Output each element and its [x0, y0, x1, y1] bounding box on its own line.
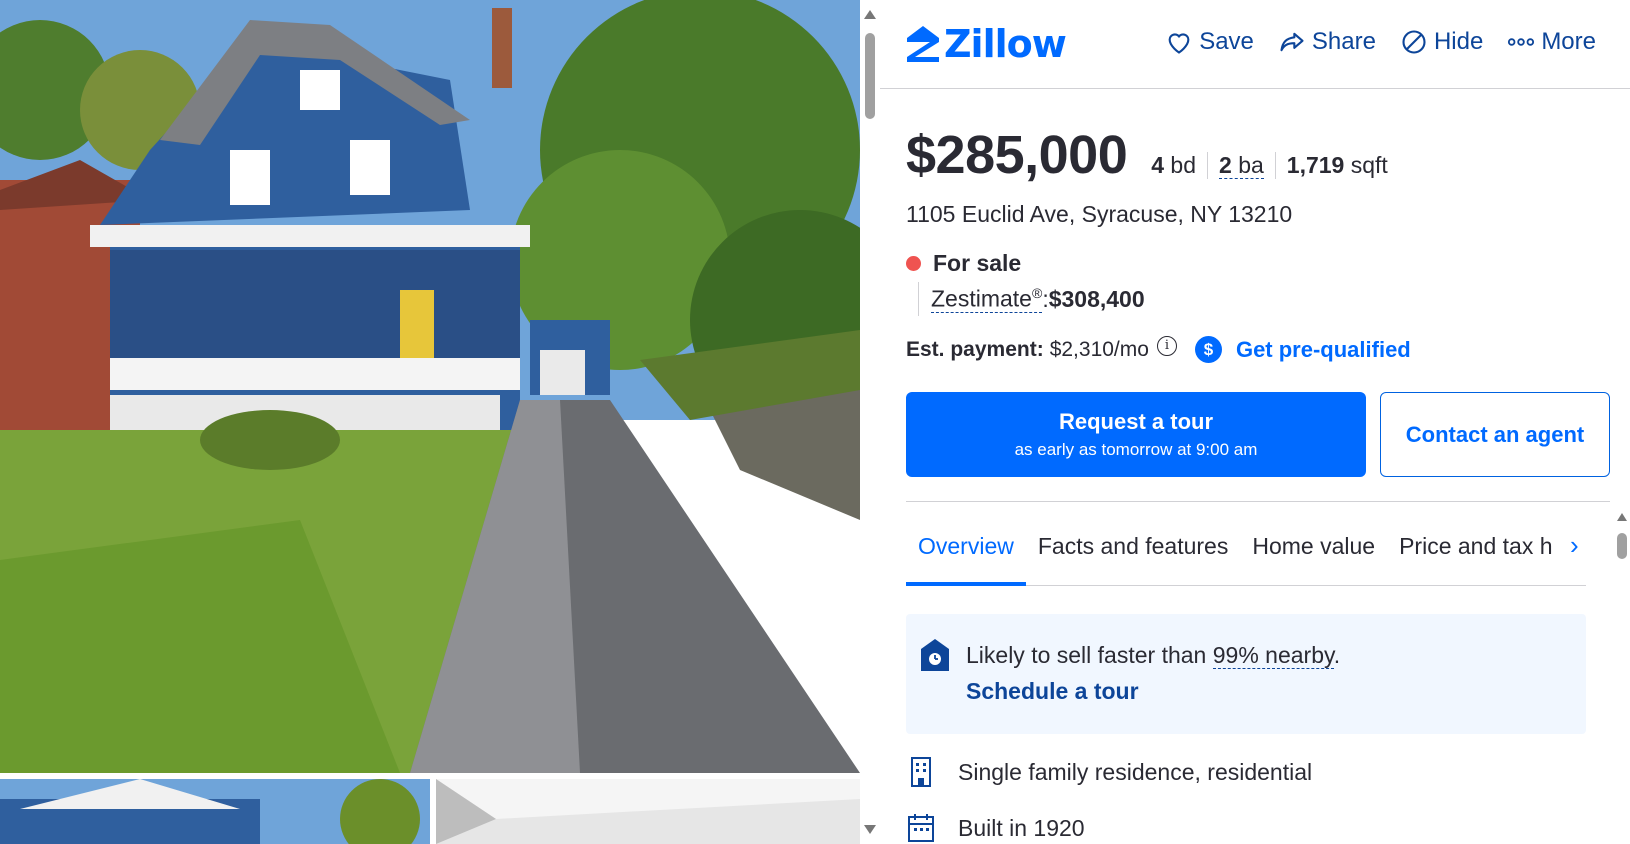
home-type-text: Single family residence, residential [958, 758, 1313, 785]
beds-value: 4 [1151, 152, 1165, 178]
listing-details-panel: Zillow Save Share Hide More $285,000 4 b… [880, 0, 1630, 844]
zestimate-value: $308,400 [1048, 285, 1145, 312]
tour-button-title: Request a tour [1058, 409, 1214, 434]
save-label: Save [1199, 28, 1254, 55]
scroll-thumb[interactable] [865, 33, 875, 119]
panel-scrollbar[interactable] [1614, 510, 1630, 844]
listing-address: 1105 Euclid Ave, Syracuse, NY 13210 [906, 201, 1293, 227]
share-icon [1280, 32, 1304, 52]
listing-status: For sale [906, 250, 1021, 277]
tab-price-and-tax-history[interactable]: Price and tax h [1387, 506, 1564, 586]
sqft-value: 1,719 [1286, 152, 1345, 178]
main-listing-photo[interactable] [0, 0, 860, 773]
divider [906, 501, 1610, 502]
zestimate: Zestimate®: $308,400 [918, 282, 1145, 316]
sell-faster-callout: Likely to sell faster than 99% nearby. S… [906, 614, 1586, 734]
schedule-tour-link[interactable]: Schedule a tour [966, 678, 1139, 705]
price-and-facts: $285,000 4 bd 2 ba 1,719 sqft [906, 124, 1399, 186]
listing-actions: Save Share Hide More [1165, 28, 1596, 56]
more-label: More [1541, 28, 1596, 55]
scroll-thumb[interactable] [1617, 533, 1627, 559]
zestimate-label: Zestimate [931, 285, 1032, 312]
tab-home-value[interactable]: Home value [1240, 506, 1387, 586]
tab-facts-and-features[interactable]: Facts and features [1026, 506, 1241, 586]
baths-fact[interactable]: 2 ba [1208, 152, 1276, 179]
dollar-icon: $ [1194, 336, 1222, 363]
fact-year-built: Built in 1920 [906, 812, 1085, 844]
get-prequalified-link[interactable]: Get pre-qualified [1236, 337, 1411, 363]
payment-value: $2,310/mo [1049, 337, 1149, 361]
sqft-unit: sqft [1350, 152, 1388, 178]
sell-faster-text: Likely to sell faster than 99% nearby. [966, 642, 1340, 669]
baths-unit: ba [1238, 152, 1264, 178]
tour-button-subtitle: as early as tomorrow at 9:00 am [1014, 440, 1258, 459]
save-button[interactable]: Save [1165, 28, 1254, 56]
house-clock-icon [921, 639, 949, 671]
sell-text-after: . [1333, 642, 1341, 668]
request-tour-button[interactable]: Request a tour as early as tomorrow at 9… [906, 392, 1366, 477]
tab-overview[interactable]: Overview [906, 506, 1026, 586]
zestimate-registered-mark: ® [1031, 284, 1043, 301]
year-built-text: Built in 1920 [958, 814, 1085, 841]
gallery-thumbnail-2[interactable] [436, 779, 860, 844]
scroll-up-arrow-icon[interactable] [864, 10, 876, 19]
top-bar: Zillow Save Share Hide More [880, 0, 1630, 89]
hide-icon [1402, 30, 1426, 54]
hide-label: Hide [1433, 28, 1484, 55]
logo-text: Zillow [944, 22, 1067, 66]
more-button[interactable]: More [1507, 28, 1596, 56]
beds-fact: 4 bd [1127, 152, 1209, 179]
fact-home-type: Single family residence, residential [906, 756, 1312, 788]
payment-label: Est. payment: [906, 337, 1044, 361]
chevron-right-icon[interactable]: › [1570, 530, 1579, 561]
info-icon[interactable]: i [1156, 335, 1177, 356]
heart-icon [1168, 33, 1190, 54]
contact-agent-button[interactable]: Contact an agent [1380, 392, 1610, 477]
more-icon [1508, 38, 1535, 46]
zestimate-link[interactable]: Zestimate® [931, 284, 1043, 314]
gallery-thumbnail-1[interactable] [0, 779, 430, 844]
share-button[interactable]: Share [1278, 28, 1376, 56]
sell-text-before: Likely to sell faster than [966, 642, 1213, 668]
status-dot-icon [906, 256, 921, 271]
nearby-link[interactable]: 99% nearby [1212, 642, 1334, 669]
page-scrollbar[interactable] [860, 0, 880, 844]
estimated-payment: Est. payment: $2,310/mo i $ Get pre-qual… [906, 335, 1411, 363]
zillow-logo[interactable]: Zillow [906, 22, 1067, 66]
section-tabs: Overview Facts and features Home value P… [906, 506, 1586, 586]
status-text: For sale [933, 250, 1022, 276]
calendar-icon [908, 814, 934, 842]
sqft-fact: 1,719 sqft [1276, 152, 1399, 179]
building-icon [911, 757, 931, 787]
hide-button[interactable]: Hide [1400, 28, 1483, 56]
share-label: Share [1311, 28, 1376, 55]
photo-gallery[interactable] [0, 0, 860, 844]
beds-unit: bd [1170, 152, 1197, 178]
baths-link[interactable]: 2 ba [1219, 152, 1264, 179]
scroll-up-arrow-icon[interactable] [1617, 513, 1627, 521]
scroll-down-arrow-icon[interactable] [864, 825, 876, 834]
baths-value: 2 [1219, 152, 1232, 178]
zillow-logo-icon [907, 26, 939, 62]
listing-price: $285,000 [906, 125, 1128, 185]
